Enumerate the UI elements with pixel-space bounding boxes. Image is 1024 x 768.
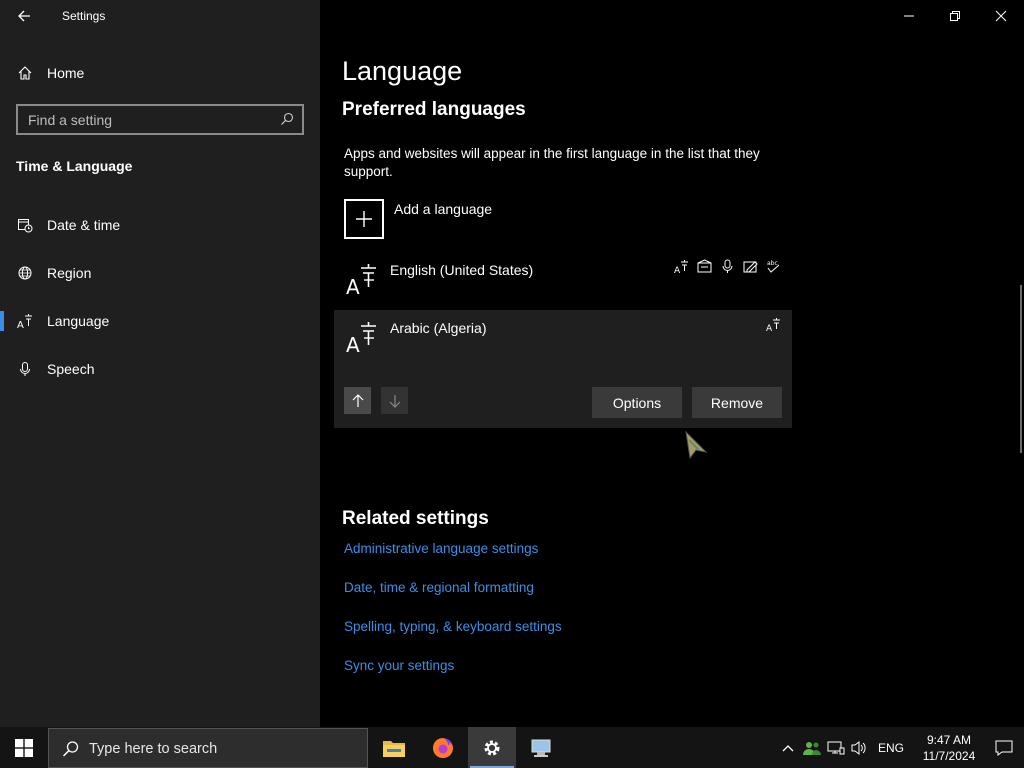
window-controls xyxy=(886,0,1024,32)
svg-text:A: A xyxy=(346,275,360,298)
search-input[interactable] xyxy=(28,111,268,129)
svg-text:A: A xyxy=(17,320,24,329)
mouse-cursor-icon xyxy=(685,430,708,460)
speech-icon xyxy=(719,258,736,275)
plus-icon xyxy=(344,199,384,239)
settings-sidebar: Settings Home Time & Language Date & tim… xyxy=(0,0,320,727)
add-language-button[interactable]: Add a language xyxy=(344,199,544,239)
tray-people[interactable] xyxy=(801,727,823,768)
date-time-icon xyxy=(16,216,34,234)
title-bar: Settings xyxy=(0,0,320,32)
taskbar: Type here to search ENG 9:47 AM 11/7/202… xyxy=(0,727,1024,768)
language-pack-icon: A xyxy=(765,316,782,333)
nav-home-label: Home xyxy=(47,65,85,81)
svg-text:A: A xyxy=(766,324,773,332)
minimize-icon xyxy=(904,15,914,17)
nav-home[interactable]: Home xyxy=(0,53,320,93)
sidebar-item-label: Date & time xyxy=(47,217,121,233)
back-button[interactable] xyxy=(8,2,40,30)
language-row-arabic[interactable]: A Arabic (Algeria) A Options Remove xyxy=(334,310,792,428)
language-row-english[interactable]: A English (United States) A abc xyxy=(334,252,792,308)
language-name: Arabic (Algeria) xyxy=(390,320,487,336)
handwriting-icon xyxy=(742,258,759,275)
sidebar-item-language[interactable]: A Language xyxy=(0,301,320,341)
network-icon xyxy=(827,741,845,754)
tray-network[interactable] xyxy=(825,727,847,768)
file-explorer-icon xyxy=(383,740,405,757)
link-administrative-language-settings[interactable]: Administrative language settings xyxy=(344,541,538,556)
tray-notifications[interactable] xyxy=(984,727,1024,768)
tray-input-language[interactable]: ENG xyxy=(876,727,906,768)
taskbar-network-app[interactable] xyxy=(517,727,565,768)
clock-date: 11/7/2024 xyxy=(922,748,976,763)
tray-volume[interactable] xyxy=(848,727,870,768)
close-icon xyxy=(995,10,1007,22)
sidebar-item-date-time[interactable]: Date & time xyxy=(0,205,320,245)
clock-time: 9:47 AM xyxy=(926,732,972,747)
language-features: A abc xyxy=(673,258,782,275)
language-pack-icon: A xyxy=(673,258,690,275)
sidebar-item-label: Speech xyxy=(47,361,95,377)
settings-main-pane: Language Preferred languages Apps and we… xyxy=(320,0,1024,727)
back-arrow-icon xyxy=(18,10,30,22)
scrollbar[interactable] xyxy=(1020,285,1022,453)
language-features: A xyxy=(765,316,782,333)
remove-button[interactable]: Remove xyxy=(692,387,782,418)
preferred-languages-heading: Preferred languages xyxy=(342,99,526,120)
sidebar-item-label: Language xyxy=(47,313,110,329)
search-icon xyxy=(62,741,79,757)
taskbar-settings[interactable] xyxy=(468,727,516,768)
arrow-up-icon xyxy=(352,393,363,407)
taskbar-search-box[interactable]: Type here to search xyxy=(48,728,368,768)
people-icon xyxy=(803,741,821,755)
restore-icon xyxy=(950,11,960,21)
taskbar-file-explorer[interactable] xyxy=(370,727,418,768)
search-box[interactable] xyxy=(16,104,304,135)
sidebar-item-speech[interactable]: Speech xyxy=(0,349,320,389)
volume-icon xyxy=(851,740,866,755)
move-down-button[interactable] xyxy=(381,387,408,414)
region-globe-icon xyxy=(16,264,34,282)
language-icon: A xyxy=(16,312,34,330)
show-hidden-icons-button[interactable] xyxy=(778,727,798,768)
link-spelling-typing-keyboard-settings[interactable]: Spelling, typing, & keyboard settings xyxy=(344,619,562,634)
firefox-icon xyxy=(433,737,453,758)
related-settings-heading: Related settings xyxy=(342,508,489,529)
tray-clock[interactable]: 9:47 AM 11/7/2024 xyxy=(912,727,986,768)
notification-icon xyxy=(995,740,1013,756)
taskbar-firefox[interactable] xyxy=(419,727,467,768)
app-title: Settings xyxy=(62,9,106,23)
svg-text:abc: abc xyxy=(767,260,778,267)
language-icon: A xyxy=(346,264,376,298)
settings-gear-icon xyxy=(484,740,500,755)
move-up-button[interactable] xyxy=(344,387,371,414)
network-app-icon xyxy=(531,739,551,757)
svg-text:A: A xyxy=(346,333,360,356)
display-language-icon xyxy=(696,258,713,275)
home-icon xyxy=(16,64,34,82)
windows-logo-icon xyxy=(15,738,33,757)
sidebar-item-label: Region xyxy=(47,265,92,281)
search-icon[interactable] xyxy=(280,112,294,126)
preferred-languages-description: Apps and websites will appear in the fir… xyxy=(344,146,760,179)
spell-check-icon: abc xyxy=(765,258,782,275)
page-title: Language xyxy=(342,56,463,86)
options-button[interactable]: Options xyxy=(592,387,682,418)
restore-button[interactable] xyxy=(932,0,978,32)
minimize-button[interactable] xyxy=(886,0,932,32)
arrow-down-icon xyxy=(389,394,400,408)
close-button[interactable] xyxy=(978,0,1024,32)
language-icon: A xyxy=(346,322,376,356)
section-heading: Time & Language xyxy=(16,158,133,174)
chevron-up-icon xyxy=(782,744,794,751)
link-date-time-regional-formatting[interactable]: Date, time & regional formatting xyxy=(344,580,534,595)
taskbar-search-placeholder: Type here to search xyxy=(89,741,218,757)
sidebar-item-region[interactable]: Region xyxy=(0,253,320,293)
svg-text:A: A xyxy=(674,266,681,274)
language-name: English (United States) xyxy=(390,262,534,278)
link-sync-your-settings[interactable]: Sync your settings xyxy=(344,658,454,673)
start-button[interactable] xyxy=(0,727,48,768)
microphone-icon xyxy=(16,360,34,378)
add-language-label: Add a language xyxy=(394,201,493,217)
